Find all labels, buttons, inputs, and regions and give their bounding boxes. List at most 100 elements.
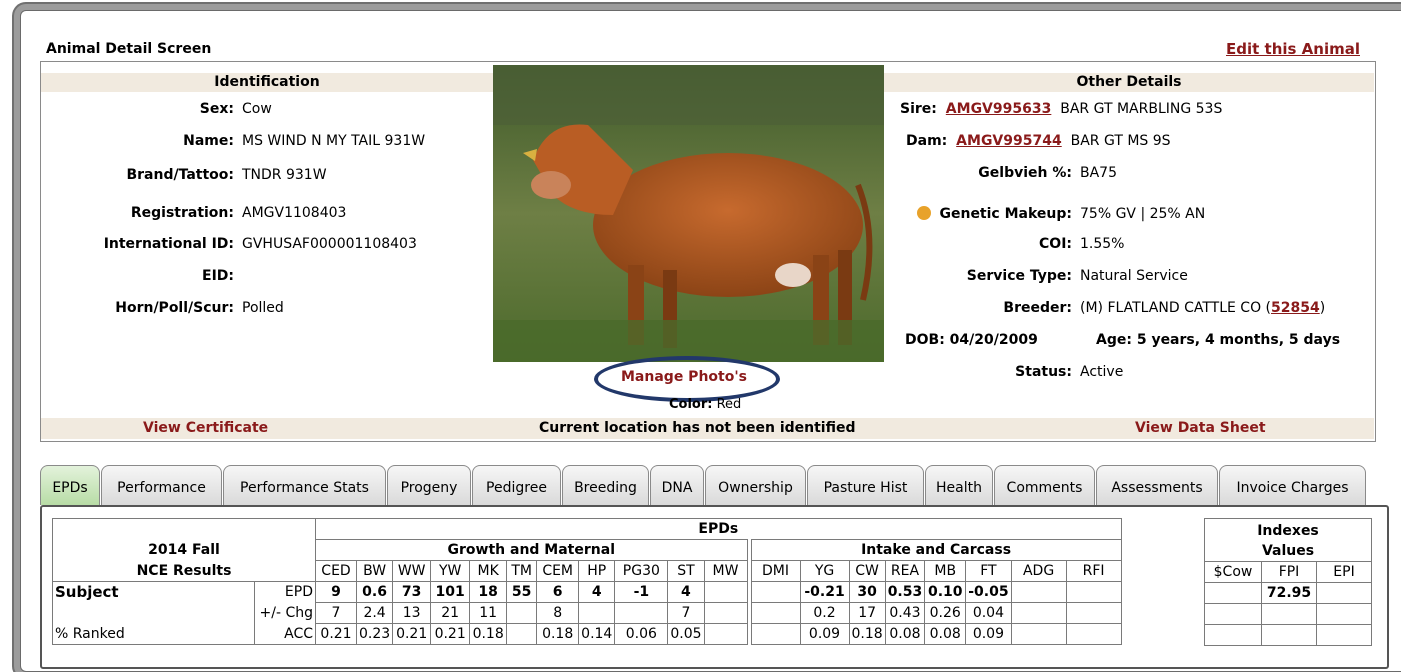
horn-row: Horn/Poll/Scur: Polled xyxy=(40,298,284,318)
empty-cell xyxy=(1261,624,1317,646)
acc-value: 0.18 xyxy=(536,623,580,645)
col-adg: ADG xyxy=(1010,560,1067,582)
acc-value: 0.09 xyxy=(965,623,1012,645)
chg-value: 8 xyxy=(536,602,580,624)
epd-value xyxy=(703,581,748,603)
epds-heading: EPDs xyxy=(315,518,1122,540)
chg-value: 17 xyxy=(848,602,886,624)
status-label: Status: xyxy=(1015,364,1072,380)
chg-value xyxy=(578,602,616,624)
table-row: +/- Chg 7 2.4 13 21 11 8 7 0.2 17 0.43 0… xyxy=(52,602,1122,624)
tab-performance-stats[interactable]: Performance Stats xyxy=(223,465,386,505)
col-mb: MB xyxy=(924,560,967,582)
tab-dna[interactable]: DNA xyxy=(650,465,704,505)
info-icon[interactable] xyxy=(917,206,932,220)
color-label: Color: xyxy=(669,397,713,412)
horn-value: Polled xyxy=(242,300,284,316)
empty-cell xyxy=(1204,624,1262,646)
tab-health[interactable]: Health xyxy=(925,465,993,505)
acc-value: 0.08 xyxy=(924,623,967,645)
chg-value: 7 xyxy=(315,602,357,624)
col-rea: REA xyxy=(884,560,926,582)
col-yg: YG xyxy=(799,560,850,582)
table-row: % Ranked ACC 0.21 0.23 0.21 0.21 0.18 0.… xyxy=(52,623,1122,645)
breeder-close: ) xyxy=(1319,300,1326,316)
name-value: MS WIND N MY TAIL 931W xyxy=(242,133,426,149)
brand-label: Brand/Tattoo: xyxy=(126,167,234,183)
epd-value: 4 xyxy=(667,581,705,603)
acc-value: 0.06 xyxy=(614,623,669,645)
acc-value: 0.18 xyxy=(848,623,886,645)
row-label-acc: ACC xyxy=(253,623,317,645)
chg-value: 11 xyxy=(469,602,508,624)
acc-value xyxy=(750,623,801,645)
row-label-epd: EPD xyxy=(253,581,317,603)
view-certificate-link[interactable]: View Certificate xyxy=(143,418,268,439)
chg-value: 21 xyxy=(430,602,471,624)
acc-value: 0.18 xyxy=(469,623,508,645)
col-cem: CEM xyxy=(536,560,580,582)
epd-value xyxy=(1010,581,1067,603)
col-pg30: PG30 xyxy=(614,560,669,582)
breeder-label: Breeder: xyxy=(1003,300,1072,316)
col-yw: YW xyxy=(430,560,471,582)
dob: DOB: 04/20/2009 xyxy=(905,332,1038,348)
breeder-value: (M) FLATLAND CATTLE CO (52854) xyxy=(1072,298,1325,318)
epd-value: 55 xyxy=(506,581,538,603)
sire-link[interactable]: AMGV995633 xyxy=(946,101,1052,117)
tab-epds[interactable]: EPDs xyxy=(40,465,100,505)
tab-comments[interactable]: Comments xyxy=(994,465,1095,505)
tab-invoice-charges[interactable]: Invoice Charges xyxy=(1219,465,1366,505)
col-fpi: FPI xyxy=(1261,561,1317,583)
nce-label: NCE Results xyxy=(52,560,316,582)
service-label: Service Type: xyxy=(966,268,1072,284)
dam-link[interactable]: AMGV995744 xyxy=(956,133,1062,149)
ranked-label: % Ranked xyxy=(52,623,255,645)
chg-value xyxy=(1010,602,1067,624)
edit-animal-link[interactable]: Edit this Animal xyxy=(1226,40,1360,58)
genetic-label: Genetic Makeup: xyxy=(900,204,1072,224)
chg-value xyxy=(703,602,748,624)
acc-value: 0.05 xyxy=(667,623,705,645)
gelbvieh-row: Gelbvieh %: BA75 xyxy=(900,163,1117,183)
col-epi: EPI xyxy=(1316,561,1372,583)
sire-row: Sire: AMGV995633 BAR GT MARBLING 53S xyxy=(900,99,1222,119)
chg-value xyxy=(1065,602,1122,624)
col-cow: $Cow xyxy=(1204,561,1262,583)
table-row: Subject EPD 9 0.6 73 101 18 55 6 4 -1 4 … xyxy=(52,581,1122,603)
col-hp: HP xyxy=(578,560,616,582)
epd-value: 30 xyxy=(848,581,886,603)
epd-value: 18 xyxy=(469,581,508,603)
identification-heading: Identification xyxy=(41,73,493,92)
other-details-heading: Other Details xyxy=(884,73,1374,92)
tab-assessments[interactable]: Assessments xyxy=(1096,465,1218,505)
acc-value xyxy=(506,623,538,645)
empty-cell xyxy=(1204,603,1262,625)
col-tm: TM xyxy=(506,560,538,582)
tab-pedigree[interactable]: Pedigree xyxy=(472,465,561,505)
epd-value: -0.21 xyxy=(799,581,850,603)
epd-value xyxy=(750,581,801,603)
acc-value: 0.23 xyxy=(355,623,394,645)
indexes-table: Indexes Values $Cow FPI EPI 72.95 xyxy=(1204,518,1372,646)
page-title: Animal Detail Screen xyxy=(46,41,212,57)
acc-value: 0.14 xyxy=(578,623,616,645)
tab-ownership[interactable]: Ownership xyxy=(705,465,806,505)
epd-value: 9 xyxy=(315,581,357,603)
international-id-value: GVHUSAF000001108403 xyxy=(242,236,417,252)
tab-performance[interactable]: Performance xyxy=(101,465,222,505)
chg-value: 0.43 xyxy=(884,602,926,624)
tab-breeding[interactable]: Breeding xyxy=(562,465,649,505)
name-label: Name: xyxy=(183,133,234,149)
coi-value: 1.55% xyxy=(1080,236,1125,252)
index-value xyxy=(1316,582,1372,604)
tab-progeny[interactable]: Progeny xyxy=(387,465,471,505)
view-data-sheet-link[interactable]: View Data Sheet xyxy=(1135,418,1266,439)
acc-value: 0.21 xyxy=(315,623,357,645)
col-rfi: RFI xyxy=(1065,560,1122,582)
eid-row: EID: xyxy=(40,266,242,286)
sire-label: Sire: xyxy=(900,101,937,117)
breeder-link[interactable]: 52854 xyxy=(1271,300,1320,316)
international-id-label: International ID: xyxy=(103,236,234,252)
tab-pasture-hist[interactable]: Pasture Hist xyxy=(807,465,924,505)
